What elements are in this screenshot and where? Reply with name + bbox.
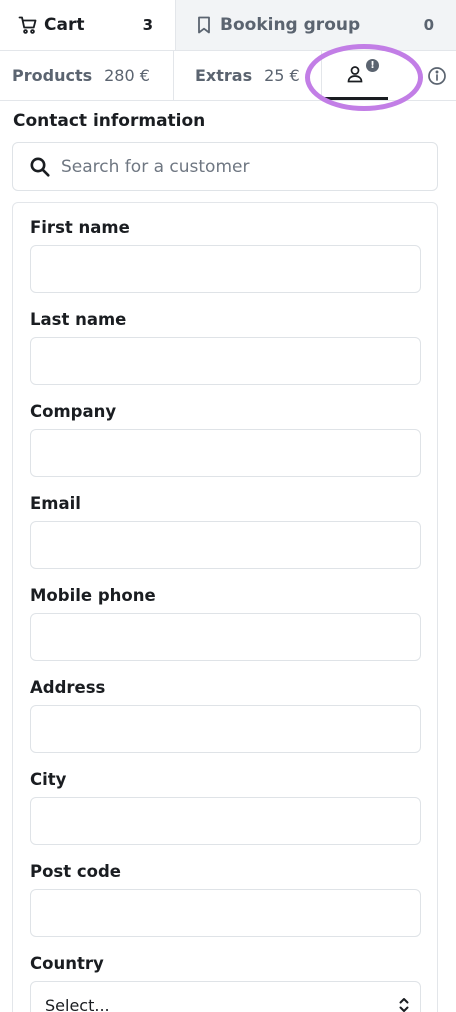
tab-booking-group[interactable]: Booking group 0: [176, 0, 456, 50]
country-label: Country: [30, 954, 104, 973]
last-name-label: Last name: [30, 310, 127, 329]
first-name-label: First name: [30, 218, 130, 237]
cart-icon: [18, 15, 38, 35]
country-select[interactable]: Select...: [30, 981, 421, 1012]
city-field[interactable]: [30, 797, 421, 845]
last-name-field[interactable]: [30, 337, 421, 385]
tab-products[interactable]: Products 280 €: [0, 51, 174, 100]
post-code-label: Post code: [30, 862, 121, 881]
first-name-field[interactable]: [30, 245, 421, 293]
customer-search[interactable]: [12, 142, 438, 191]
tab-cart-count: 3: [142, 16, 153, 34]
tab-cart-label: Cart: [44, 15, 85, 35]
company-label: Company: [30, 402, 117, 421]
top-tabs: Cart 3 Booking group 0: [0, 0, 456, 51]
tab-extras-price: 25 €: [264, 66, 300, 85]
city-label: City: [30, 770, 67, 789]
tab-extras-label: Extras: [195, 66, 253, 85]
tab-cart[interactable]: Cart 3: [0, 0, 176, 50]
info-icon: [427, 66, 447, 86]
bookmark-icon: [194, 15, 214, 35]
highlight-annotation: [305, 44, 423, 111]
company-field[interactable]: [30, 429, 421, 477]
email-label: Email: [30, 494, 81, 513]
mobile-phone-label: Mobile phone: [30, 586, 156, 605]
select-chevron-icon: [398, 996, 410, 1012]
post-code-field[interactable]: [30, 889, 421, 937]
tab-products-price: 280 €: [104, 66, 150, 85]
address-label: Address: [30, 678, 106, 697]
address-field[interactable]: [30, 705, 421, 753]
contact-form: First name Last name Company Email Mobil…: [12, 202, 438, 1012]
search-icon: [29, 156, 51, 178]
tab-products-label: Products: [12, 66, 93, 85]
tab-extras[interactable]: Extras 25 €: [174, 51, 322, 100]
mobile-phone-field[interactable]: [30, 613, 421, 661]
search-input[interactable]: [61, 156, 401, 177]
section-title: Contact information: [13, 111, 206, 131]
email-field[interactable]: [30, 521, 421, 569]
tab-booking-group-count: 0: [423, 16, 434, 34]
tab-booking-group-label: Booking group: [220, 15, 361, 35]
country-select-value: Select...: [45, 995, 110, 1012]
